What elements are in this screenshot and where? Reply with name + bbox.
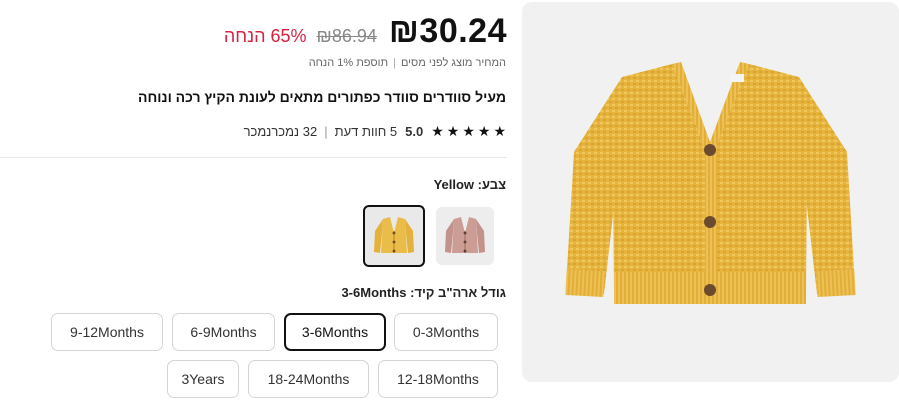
star-rating: ★ ★ ★ ★ ★ — [431, 123, 506, 140]
rating-separator: | — [324, 124, 328, 139]
discount-badge: 65% הנחה — [223, 26, 307, 46]
size-option-3years[interactable]: 3Years — [167, 360, 239, 398]
rating-row[interactable]: ★ ★ ★ ★ ★ 5.0 5 חוות דעת | 32 נמכרנמכר — [244, 123, 506, 140]
tax-note-separator: | — [393, 57, 396, 69]
size-option-0-3months[interactable]: 0-3Months — [394, 313, 498, 351]
sold-count: 32 נמכרנמכר — [243, 124, 318, 139]
color-swatch-pink[interactable] — [436, 207, 494, 265]
tax-note-text: המחיר מוצג לפני מסים — [400, 57, 506, 69]
star-icon: ★ — [446, 123, 460, 139]
color-label: צבע: Yellow — [433, 177, 506, 192]
extra-discount-text: תוספת 1% הנחה — [308, 57, 389, 69]
size-option-3-6months[interactable]: 3-6Months — [284, 313, 386, 351]
size-option-18-24months[interactable]: 18-24Months — [248, 360, 369, 398]
pink-cardigan-thumbnail — [445, 217, 485, 253]
product-image[interactable] — [522, 2, 899, 382]
size-label: גודל ארה"ב קיד: 3-6Months — [341, 285, 506, 300]
divider — [0, 157, 507, 158]
price-row: ₪30.24 ₪86.94 65% הנחה — [224, 12, 507, 56]
color-swatch-yellow[interactable] — [363, 205, 425, 267]
product-title: מעיל סוודרים סוודר כפתורים מתאים לעונת ה… — [138, 89, 506, 105]
original-price: ₪86.94 — [316, 26, 377, 46]
yellow-cardigan-thumbnail — [374, 217, 414, 253]
tax-note: המחיר מוצג לפני מסים | תוספת 1% הנחה — [309, 57, 506, 69]
star-icon: ★ — [462, 123, 475, 139]
size-option-12-18months[interactable]: 12-18Months — [378, 360, 498, 398]
rating-score: 5.0 — [405, 124, 424, 139]
cardigan-illustration — [565, 62, 856, 304]
current-price: ₪30.24 — [388, 12, 507, 50]
star-icon: ★ — [493, 123, 506, 139]
review-count-link[interactable]: 5 חוות דעת — [335, 124, 398, 139]
size-option-6-9months[interactable]: 6-9Months — [172, 313, 275, 351]
star-icon: ★ — [477, 123, 491, 139]
size-option-9-12months[interactable]: 9-12Months — [51, 313, 163, 351]
star-icon: ★ — [431, 123, 444, 139]
